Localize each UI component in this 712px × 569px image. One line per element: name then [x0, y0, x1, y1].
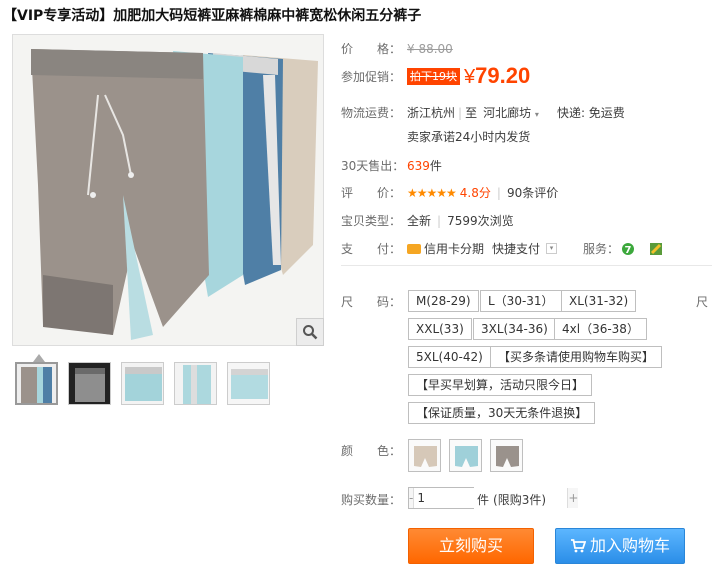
- payment-label: 支 付：: [341, 242, 402, 256]
- item-condition: 全新: [407, 214, 432, 228]
- price-label: 价 格：: [341, 42, 402, 56]
- seven-day-return-icon[interactable]: 7: [621, 242, 635, 256]
- promo-label: 参加促销：: [341, 69, 402, 84]
- express-fee: 快递: 免运费: [556, 106, 625, 120]
- color-label: 颜 色：: [341, 444, 402, 458]
- item-type-row: 宝贝类型： 全新 | 7599次浏览: [341, 213, 514, 229]
- price-row: 价 格： ¥ 88.00: [341, 40, 453, 57]
- shipping-row: 物流运费： 浙江杭州 | 至 河北廊坊 ▾ 快递: 免运费: [341, 104, 625, 121]
- service-label: 服务：: [583, 242, 620, 256]
- caret-down-icon: ▾: [534, 110, 539, 119]
- thumbnail-1[interactable]: [15, 362, 58, 405]
- size-option-xl[interactable]: XL(31-32): [561, 290, 637, 312]
- add-to-cart-button[interactable]: 加入购物车: [555, 528, 685, 564]
- magnifier-icon: [303, 325, 318, 340]
- promo-price: ¥79.20: [464, 63, 531, 88]
- ship-promise: 卖家承诺24小时内发货: [407, 130, 531, 144]
- promo-row: 参加促销： 拍下19块 ¥79.20: [341, 63, 530, 89]
- buy-now-button[interactable]: 立刻购买: [408, 528, 534, 564]
- size-label: 尺 码：: [341, 295, 402, 309]
- thumbnail-strip: [15, 362, 270, 405]
- size-overflow: 尺: [696, 295, 709, 309]
- main-product-image[interactable]: [12, 34, 324, 346]
- size-option-cart-note[interactable]: 【买多条请使用购物车购买】: [490, 346, 663, 368]
- rating-score: 4.8分: [459, 186, 491, 200]
- color-swatch-lightblue[interactable]: [449, 439, 482, 472]
- cart-icon: [570, 539, 586, 553]
- thumbnail-3[interactable]: [121, 362, 164, 405]
- size-option-xxl[interactable]: XXL(33): [408, 318, 472, 340]
- ship-to-prefix: 至: [465, 106, 478, 120]
- size-option-today-only[interactable]: 【早买早划算，活动只限今日】: [408, 374, 593, 396]
- size-option-5xl[interactable]: 5XL(40-42): [408, 346, 491, 368]
- sales-unit: 件: [429, 159, 442, 173]
- rating-label: 评 价：: [341, 186, 402, 200]
- star-rating-icon: ★★★★★: [407, 185, 457, 200]
- review-count-link[interactable]: 90条评价: [507, 184, 558, 201]
- payment-row: 支 付： 信用卡分期 快捷支付 ▾ 服务： 7: [341, 240, 663, 257]
- size-option-guarantee[interactable]: 【保证质量，30天无条件退换】: [408, 402, 596, 424]
- quantity-unit-row: 件 (限购3件): [477, 491, 546, 508]
- add-to-cart-label: 加入购物车: [589, 536, 670, 555]
- color-swatch-gray[interactable]: [490, 439, 523, 472]
- guarantee-icon[interactable]: [649, 242, 663, 256]
- thumbnail-5[interactable]: [227, 362, 270, 405]
- sales-count: 639: [407, 158, 430, 173]
- quantity-limit: (限购3件): [493, 493, 547, 507]
- svg-text:7: 7: [625, 245, 632, 256]
- shipping-label: 物流运费：: [341, 106, 402, 120]
- color-swatch-beige[interactable]: [408, 439, 441, 472]
- size-option-4xl[interactable]: 4xl（36-38）: [554, 318, 647, 340]
- credit-card-icon: [407, 243, 421, 254]
- color-label-row: 颜 色：: [341, 442, 407, 459]
- quick-pay[interactable]: 快捷支付: [492, 240, 540, 257]
- thumbnail-2[interactable]: [68, 362, 111, 405]
- shorts-photo: [13, 35, 323, 345]
- promo-tag: 拍下19块: [407, 67, 460, 85]
- dropdown-icon[interactable]: ▾: [546, 243, 558, 254]
- size-option-3xl[interactable]: 3XL(34-36): [473, 318, 556, 340]
- original-price: ¥ 88.00: [407, 41, 453, 56]
- credit-installment[interactable]: 信用卡分期: [424, 240, 484, 257]
- quantity-label: 购买数量：: [341, 493, 402, 507]
- thumbnail-4[interactable]: [174, 362, 217, 405]
- quantity-label-row: 购买数量：: [341, 491, 407, 508]
- size-option-l[interactable]: L（30-31）: [480, 290, 562, 312]
- ship-to-selector[interactable]: 河北廊坊 ▾: [483, 104, 539, 121]
- size-label-row: 尺 码：: [341, 293, 407, 310]
- quantity-plus-button[interactable]: +: [568, 488, 579, 508]
- sales-label: 30天售出：: [341, 159, 405, 173]
- quantity-unit: 件: [477, 493, 490, 507]
- product-title: 【VIP专享活动】加肥加大码短裤亚麻裤棉麻中裤宽松休闲五分裤子: [3, 8, 422, 24]
- ship-from: 浙江杭州: [407, 106, 456, 120]
- quantity-stepper: - +: [408, 487, 579, 509]
- section-divider: [341, 265, 712, 266]
- zoom-button[interactable]: [296, 318, 324, 346]
- thumb-pointer-icon: [33, 354, 45, 362]
- item-type-label: 宝贝类型：: [341, 214, 402, 228]
- view-count: 7599次浏览: [447, 214, 514, 228]
- sales-row: 30天售出： 639 件: [341, 157, 442, 174]
- size-option-m[interactable]: M(28-29): [408, 290, 479, 312]
- rating-row: 评 价： ★★★★★ 4.8分 | 90条评价: [341, 184, 559, 201]
